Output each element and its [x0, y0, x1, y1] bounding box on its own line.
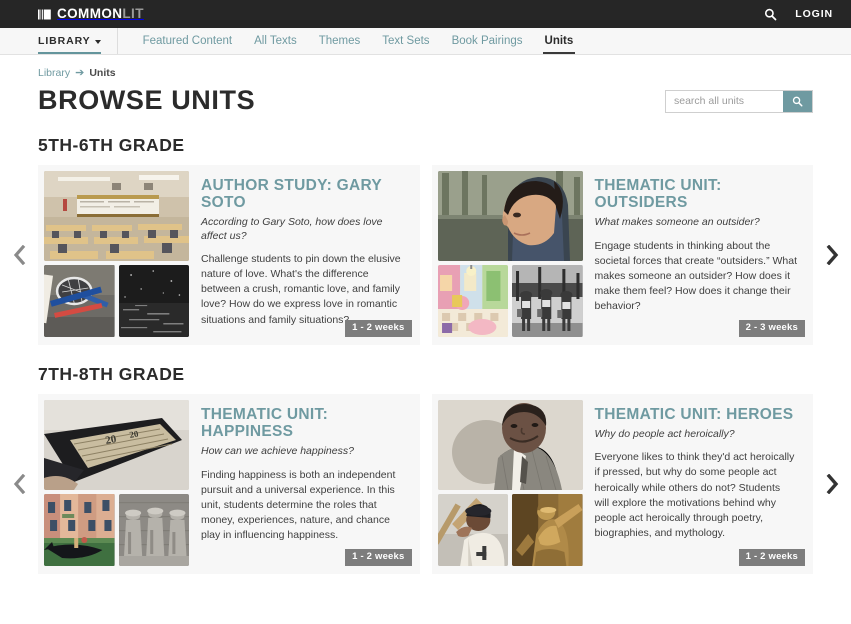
unit-description: Finding happiness is both an independent…: [201, 468, 396, 542]
breadcrumb-current: Units: [89, 67, 116, 79]
nav-items: Featured Content All Texts Themes Text S…: [132, 28, 585, 54]
logo-text: COMMONLIT: [57, 7, 144, 21]
top-bar-actions: LOGIN: [764, 8, 833, 21]
classroom-photo: [44, 170, 189, 261]
section-title-5th-6th: 5TH-6TH GRADE: [38, 134, 185, 155]
venice-gondola-photo: [44, 493, 115, 566]
chevron-left-icon: [13, 473, 25, 494]
breadcrumb-library[interactable]: Library: [38, 67, 70, 79]
login-button[interactable]: LOGIN: [795, 9, 833, 20]
statues-photo: [118, 493, 189, 566]
unit-title: THEMATIC UNIT: OUTSIDERS: [594, 176, 722, 212]
unit-description: Engage students in thinking about the so…: [594, 239, 798, 313]
unit-description: Everyone likes to think they'd act heroi…: [594, 451, 795, 540]
search-input[interactable]: [666, 90, 783, 112]
search-icon: [765, 8, 777, 20]
logo-common: COMMON: [57, 6, 123, 22]
carousel-next-button[interactable]: [813, 394, 851, 574]
nav-item-all-texts[interactable]: All Texts: [243, 28, 308, 54]
carousel-5th-6th: AUTHOR STUDY: GARY SOTO According to Gar…: [13, 164, 838, 345]
unit-thumbnails-row: [437, 493, 583, 566]
unit-thumbnails-row: [437, 264, 583, 337]
breadcrumb-arrow-icon: ➔: [75, 66, 85, 79]
unit-thumbnails-row: [44, 264, 189, 337]
chevron-left-icon: [13, 244, 25, 265]
unit-duration-badge: 1 - 2 weeks: [345, 549, 412, 566]
nav-item-text-sets[interactable]: Text Sets: [371, 28, 440, 54]
wallet-money-photo: 20 20: [44, 399, 189, 490]
unit-title: THEMATIC UNIT: HAPPINESS: [201, 405, 329, 441]
unit-card-body: AUTHOR STUDY: GARY SOTO According to Gar…: [189, 171, 414, 339]
unit-duration-badge: 1 - 2 weeks: [345, 320, 412, 337]
search-icon: [792, 96, 803, 107]
carousel-7th-8th: 20 20 THEMATIC UNIT: HAPPINESS How can w…: [13, 393, 838, 574]
colorful-room-photo: [437, 264, 508, 337]
unit-thumbnails: [437, 170, 583, 339]
logo-lit: LIT: [122, 6, 144, 22]
unit-description: Challenge students to pin down the elusi…: [201, 252, 401, 326]
unit-card[interactable]: THEMATIC UNIT: OUTSIDERS What makes some…: [431, 164, 813, 345]
unit-cards-7th-8th: 20 20 THEMATIC UNIT: HAPPINESS How can w…: [38, 393, 813, 574]
unit-question: Why do people act heroically?: [594, 428, 735, 441]
unit-thumbnails: [44, 170, 189, 339]
unit-question: What makes someone an outsider?: [594, 216, 760, 229]
page-title: BROWSE UNITS: [38, 85, 256, 115]
search-icon-button[interactable]: [764, 8, 777, 21]
primary-nav: LIBRARY Featured Content All Texts Theme…: [0, 28, 851, 55]
nav-item-book-pairings[interactable]: Book Pairings: [441, 28, 534, 54]
page-content: Library ➔ Units BROWSE UNITS 5TH-6TH GRA…: [0, 55, 851, 574]
bronze-statue-photo: [512, 493, 583, 566]
title-row: BROWSE UNITS: [38, 85, 813, 116]
unit-title: THEMATIC UNIT: HEROES: [594, 405, 794, 423]
unit-duration-badge: 2 - 3 weeks: [738, 320, 805, 337]
chevron-right-icon: [826, 473, 838, 494]
top-bar: COMMONLIT LOGIN: [0, 0, 851, 28]
nav-item-featured-content[interactable]: Featured Content: [132, 28, 244, 54]
tennis-rackets-photo: [44, 264, 115, 337]
nav-library-label: LIBRARY: [38, 35, 91, 47]
search-submit-button[interactable]: [783, 90, 812, 112]
boy-profile-photo: [437, 170, 583, 261]
unit-card-body: THEMATIC UNIT: HAPPINESS How can we achi…: [189, 400, 414, 568]
unit-card[interactable]: THEMATIC UNIT: HEROES Why do people act …: [431, 393, 813, 574]
unit-card-body: THEMATIC UNIT: HEROES Why do people act …: [583, 400, 808, 568]
carousel-prev-button[interactable]: [0, 394, 38, 574]
unit-thumbnails-row: [44, 493, 189, 566]
breadcrumb: Library ➔ Units: [38, 55, 813, 79]
chevron-right-icon: [826, 244, 838, 265]
unit-card-body: THEMATIC UNIT: OUTSIDERS What makes some…: [583, 171, 808, 339]
unit-card[interactable]: 20 20 THEMATIC UNIT: HAPPINESS How can w…: [38, 393, 420, 574]
nav-item-themes[interactable]: Themes: [308, 28, 372, 54]
chevron-down-icon: [94, 39, 101, 44]
carousel-prev-button[interactable]: [0, 165, 38, 345]
unit-thumbnails: 20 20: [44, 399, 189, 568]
unit-title: AUTHOR STUDY: GARY SOTO: [201, 176, 382, 212]
book-icon: [38, 9, 51, 19]
unit-question: According to Gary Soto, how does love af…: [201, 216, 383, 242]
nav-item-units[interactable]: Units: [534, 28, 585, 54]
marching-group-photo: [512, 264, 583, 337]
nav-library-dropdown[interactable]: LIBRARY: [38, 28, 118, 54]
baseball-batter-photo: [437, 493, 508, 566]
carousel-next-button[interactable]: [813, 165, 851, 345]
search-box: [665, 89, 813, 113]
section-title-7th-8th: 7TH-8TH GRADE: [38, 363, 185, 384]
unit-cards-5th-6th: AUTHOR STUDY: GARY SOTO According to Gar…: [38, 164, 813, 345]
site-logo[interactable]: COMMONLIT: [38, 7, 144, 21]
unit-thumbnails: [437, 399, 583, 568]
unit-card[interactable]: AUTHOR STUDY: GARY SOTO According to Gar…: [38, 164, 420, 345]
dark-water-photo: [118, 264, 189, 337]
unit-question: How can we achieve happiness?: [201, 445, 354, 458]
unit-duration-badge: 1 - 2 weeks: [738, 549, 805, 566]
portrait-man-photo: [437, 399, 583, 490]
